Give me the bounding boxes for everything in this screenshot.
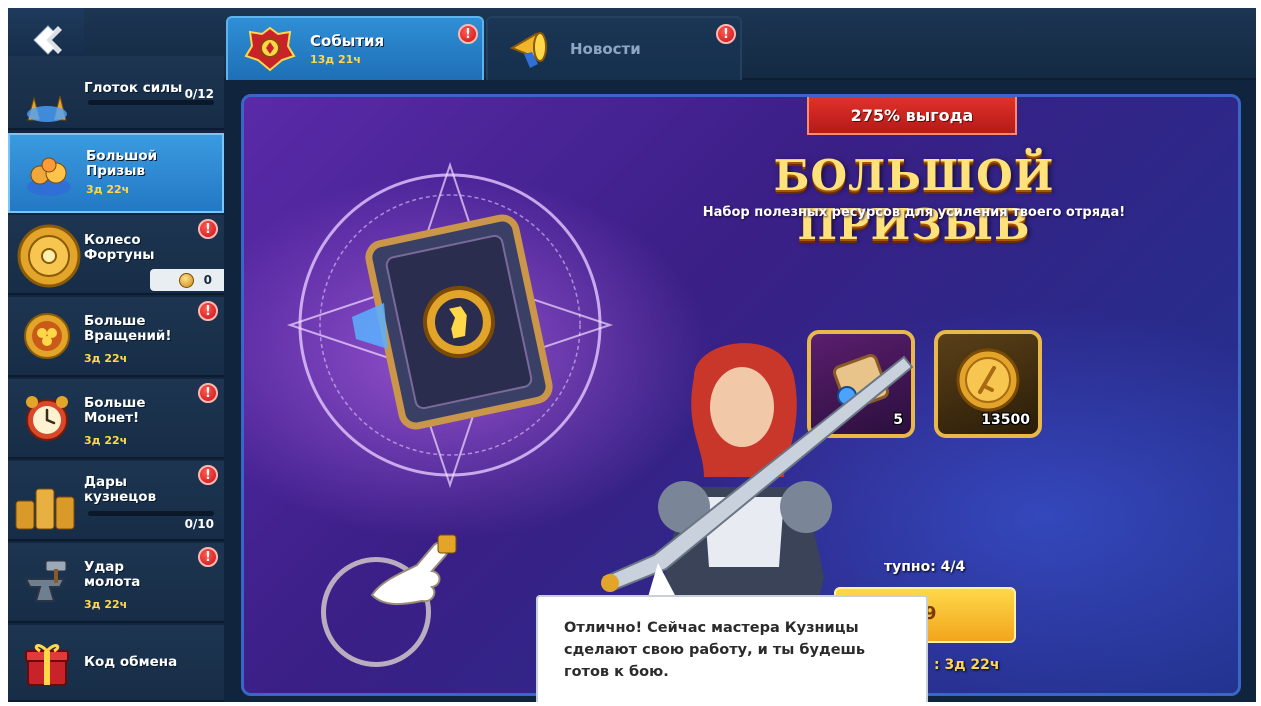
offer-title: БОЛЬШОЙ ПРИЗЫВ [773,151,1055,249]
sidebar-item-more-spins[interactable]: Больше Вращений! 3д 22ч ! [8,297,224,377]
alert-badge: ! [198,465,218,485]
potion-flasks-icon [27,95,67,122]
sidebar-item-timer: 3д 22ч [84,434,128,447]
sidebar-item-label: Больше Монет! [84,395,146,426]
sidebar-item-timer: 3д 22ч [84,598,128,611]
sidebar-item-label: Дары кузнецов [84,474,157,505]
tab-news[interactable]: Новости ! [486,16,742,80]
sidebar-item-more-coins[interactable]: Больше Монет! 3д 22ч ! [8,379,224,459]
dialog-text: Отлично! Сейчас мастера Кузницы сделают … [564,620,866,680]
offer-subtitle: Набор полезных ресурсов для усиления тво… [702,205,1126,220]
sidebar-item-fortune-wheel[interactable]: Колесо Фортуны ! 0 [8,215,224,295]
sidebar: Глоток силы 0/12 Большой Призыв 3д 22ч К… [8,56,224,702]
sidebar-item-label: Больше Вращений! [84,313,172,344]
tutorial-dialog[interactable]: Отлично! Сейчас мастера Кузницы сделают … [536,595,928,702]
progress-track [88,511,214,516]
spin-token-icon [178,272,194,288]
spin-counter-value: 0 [203,273,212,287]
alert-badge: ! [198,547,218,567]
offer-timer: : 3д 22ч [934,657,1000,673]
alarm-clock-icon [26,396,68,441]
megaphone-icon [509,32,547,68]
game-window: События 13д 21ч ! Новости ! Глоток силы … [8,8,1256,702]
gift-box-icon [25,644,69,686]
back-arrow-icon [33,25,62,55]
reward-gold[interactable]: 13500 [934,330,1042,438]
dialog-tail [648,563,676,597]
clover-token-icon [24,313,70,359]
sidebar-item-label: Большой Призыв [86,148,158,179]
value-ribbon: 275% выгода [807,97,1017,135]
sidebar-item-redeem-code[interactable]: Код обмена [8,625,224,702]
progress-text: 0/12 [184,87,214,101]
sidebar-item-timer: 3д 22ч [84,352,128,365]
gold-coin-icon [956,348,1020,412]
alert-badge: ! [198,219,218,239]
sidebar-item-label: Удар молота [84,559,141,590]
anvil-hammer-icon [24,560,67,602]
fortune-wheel-icon [17,224,81,288]
alert-badge: ! [458,24,478,44]
progress-text: 0/10 [184,517,214,531]
tab-events[interactable]: События 13д 21ч ! [226,16,484,80]
spin-counter: 0 [150,269,224,291]
sidebar-item-smith-gifts[interactable]: Дары кузнецов 0/10 ! [8,461,224,541]
pointer-hand-icon [370,534,457,606]
summon-book-icon [352,214,553,430]
alert-badge: ! [198,383,218,403]
alert-badge: ! [716,24,736,44]
sidebar-item-big-summon[interactable]: Большой Призыв 3д 22ч [8,133,224,213]
alert-badge: ! [198,301,218,321]
sidebar-item-label: Колесо Фортуны [84,232,155,263]
sidebar-item-hammer-strike[interactable]: Удар молота 3д 22ч ! [8,543,224,623]
sidebar-item-timer: 3д 22ч [86,183,130,196]
treasure-pile-icon [27,157,71,196]
tab-news-title: Новости [570,40,641,58]
purchases-available: тупно: 4/4 [884,559,966,575]
sidebar-item-label: Код обмена [84,654,178,670]
coin-stacks-icon [15,488,75,530]
tab-events-timer: 13д 21ч [310,53,361,66]
reward-qty: 13500 [981,412,1030,428]
tab-events-title: События [310,32,385,50]
crest-emblem-icon [244,26,296,72]
sidebar-item-power-sip[interactable]: Глоток силы 0/12 [8,56,224,130]
